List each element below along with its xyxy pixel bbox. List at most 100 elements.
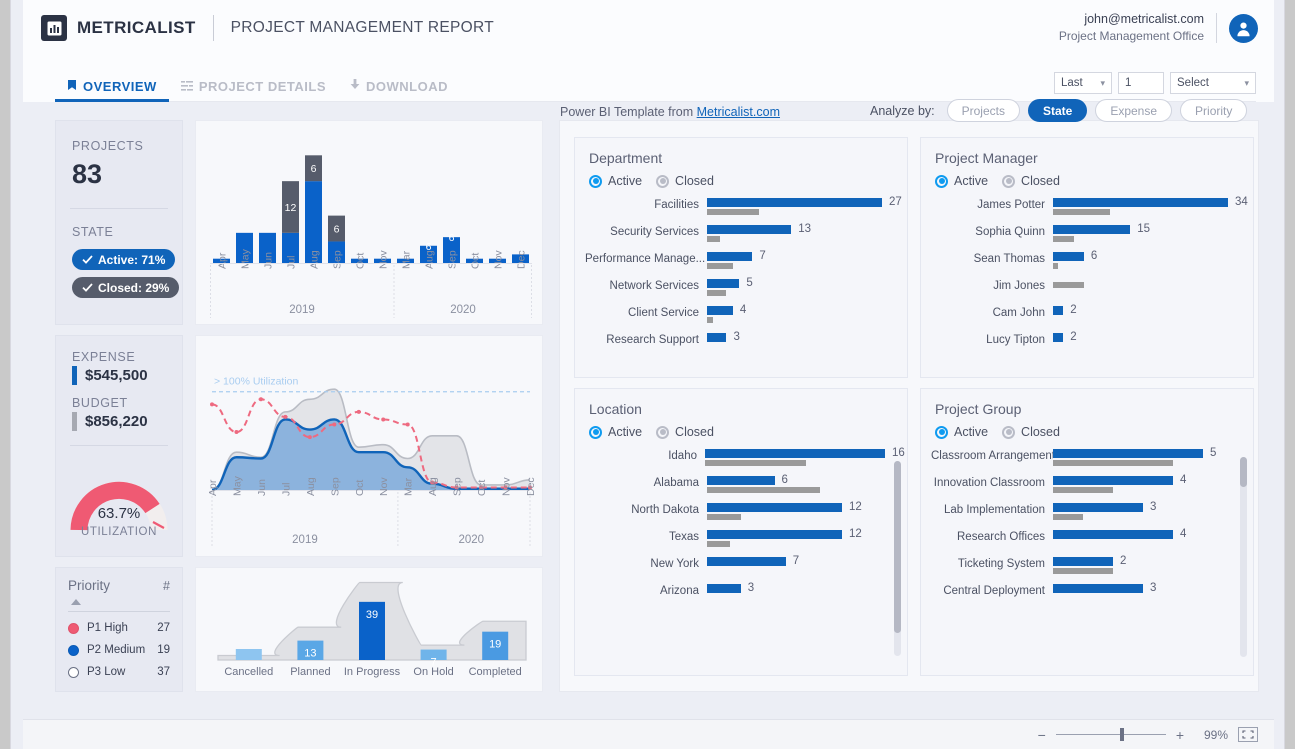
bar-closed[interactable] bbox=[1053, 487, 1113, 493]
user-block[interactable]: john@metricalist.com Project Management … bbox=[1059, 11, 1274, 44]
bar-active[interactable] bbox=[1053, 584, 1143, 593]
bar-active[interactable] bbox=[707, 279, 740, 288]
radio-closed[interactable]: Closed bbox=[656, 425, 714, 439]
bar-active[interactable] bbox=[1053, 333, 1064, 342]
chip-projects[interactable]: Projects bbox=[946, 99, 1020, 122]
bar-row[interactable]: Classroom Arrangement 5 bbox=[931, 447, 1231, 476]
state-filter-closed[interactable]: Closed: 29% bbox=[72, 277, 180, 298]
bar-active[interactable] bbox=[707, 198, 882, 207]
bar-active[interactable] bbox=[707, 584, 741, 593]
bar-row[interactable]: Central Deployment 3 bbox=[931, 582, 1231, 611]
bar-row[interactable]: Cam John 2 bbox=[931, 304, 1243, 333]
utilization-point[interactable] bbox=[356, 409, 361, 414]
radio-closed[interactable]: Closed bbox=[1002, 174, 1060, 188]
bar-active[interactable] bbox=[1053, 198, 1228, 207]
bar-active[interactable] bbox=[1053, 449, 1203, 458]
state-filter-active[interactable]: Active: 71% bbox=[72, 249, 176, 270]
bar-active[interactable] bbox=[707, 530, 842, 539]
bar-closed[interactable] bbox=[707, 541, 730, 547]
radio-active[interactable]: Active bbox=[935, 425, 988, 439]
bar-closed[interactable] bbox=[707, 236, 720, 242]
project-status-chart[interactable]: Cancelled 13 Planned 39 In Progress 7 On Hold 1… bbox=[195, 567, 543, 692]
bar-closed[interactable] bbox=[707, 263, 733, 269]
bar-closed[interactable] bbox=[1053, 263, 1059, 269]
bar-active[interactable] bbox=[707, 503, 842, 512]
bar-active[interactable] bbox=[1053, 557, 1113, 566]
bar-row[interactable]: Ticketing System 2 bbox=[931, 555, 1231, 584]
chip-expense[interactable]: Expense bbox=[1095, 99, 1173, 122]
bar-closed[interactable] bbox=[707, 514, 741, 520]
chip-state[interactable]: State bbox=[1027, 99, 1088, 122]
bar-active[interactable] bbox=[1053, 252, 1084, 261]
bar-active[interactable] bbox=[707, 476, 775, 485]
utilization-point[interactable] bbox=[283, 414, 288, 419]
bar-active[interactable] bbox=[1053, 476, 1173, 485]
bar-active[interactable] bbox=[707, 557, 786, 566]
bar-row[interactable]: North Dakota 12 bbox=[585, 501, 885, 530]
radio-closed[interactable]: Closed bbox=[1002, 425, 1060, 439]
bar-row[interactable]: Sophia Quinn 15 bbox=[931, 223, 1243, 252]
utilization-point[interactable] bbox=[234, 430, 239, 435]
plus-icon[interactable]: + bbox=[1176, 727, 1184, 743]
bar-active[interactable] bbox=[705, 449, 885, 458]
period-select[interactable]: Select ▾ bbox=[1170, 72, 1256, 94]
timeline-bar-chart[interactable]: Apr May Jun 12 Jul 6 Aug 6 Sep Oct Nov Mar 6 Aug 6 Sep O… bbox=[195, 120, 543, 325]
bar-row[interactable]: Research Offices 4 bbox=[931, 528, 1231, 557]
minus-icon[interactable]: − bbox=[1038, 727, 1046, 743]
utilization-point[interactable] bbox=[258, 397, 263, 402]
bar-active[interactable] bbox=[1053, 306, 1064, 315]
bar-closed[interactable] bbox=[1053, 568, 1113, 574]
priority-column-header[interactable]: Priority bbox=[68, 578, 163, 593]
bar-active[interactable] bbox=[1053, 225, 1131, 234]
bar-closed[interactable] bbox=[1053, 460, 1173, 466]
utilization-point[interactable] bbox=[381, 417, 386, 422]
fit-to-page-icon[interactable] bbox=[1238, 727, 1258, 742]
tab-project-details[interactable]: PROJECT DETAILS bbox=[169, 56, 338, 102]
count-column-header[interactable]: # bbox=[163, 579, 170, 593]
bar-row[interactable]: Network Services 5 bbox=[585, 277, 897, 306]
scrollbar-track[interactable] bbox=[894, 461, 901, 656]
bar-row[interactable]: Innovation Classroom 4 bbox=[931, 474, 1231, 503]
bar-row[interactable]: New York 7 bbox=[585, 555, 885, 584]
avatar[interactable] bbox=[1229, 13, 1258, 43]
bar-row[interactable]: Lucy Tipton 2 bbox=[931, 331, 1243, 360]
bar-row[interactable]: Performance Manage... 7 bbox=[585, 250, 897, 279]
utilization-point[interactable] bbox=[210, 402, 214, 407]
chip-priority[interactable]: Priority bbox=[1180, 99, 1248, 122]
bar-closed[interactable] bbox=[707, 487, 820, 493]
bar-active[interactable] bbox=[1053, 530, 1173, 539]
bar-row[interactable]: James Potter 34 bbox=[931, 196, 1248, 225]
radio-active[interactable]: Active bbox=[589, 174, 642, 188]
utilization-area-chart[interactable]: > 100% Utilization Apr May Jun Jul Aug Sep Oct N… bbox=[195, 335, 543, 557]
bar-active[interactable] bbox=[1053, 503, 1143, 512]
bar-active[interactable] bbox=[707, 333, 727, 342]
bar-row[interactable]: Client Service 4 bbox=[585, 304, 897, 333]
bar-row[interactable]: Texas 12 bbox=[585, 528, 885, 557]
bar-row[interactable]: Idaho 16 bbox=[585, 447, 905, 476]
bar-row[interactable]: Arizona 3 bbox=[585, 582, 885, 611]
bar-closed[interactable] bbox=[1053, 282, 1084, 288]
bar-closed[interactable] bbox=[707, 209, 759, 215]
zoom-slider[interactable] bbox=[1055, 728, 1166, 741]
zoom-slider-thumb[interactable] bbox=[1119, 728, 1124, 741]
bar-closed[interactable] bbox=[1053, 209, 1110, 215]
bar-closed[interactable] bbox=[1053, 514, 1083, 520]
tab-overview[interactable]: OVERVIEW bbox=[55, 56, 169, 102]
bar-row[interactable]: Security Services 13 bbox=[585, 223, 897, 252]
bar-row[interactable]: Lab Implementation 3 bbox=[931, 501, 1231, 530]
bar-closed[interactable] bbox=[707, 317, 714, 323]
bar-active[interactable] bbox=[707, 252, 753, 261]
utilization-point[interactable] bbox=[332, 422, 337, 427]
bar-row[interactable]: Facilities 27 bbox=[585, 196, 902, 225]
bar-closed[interactable] bbox=[705, 460, 807, 466]
utilization-point[interactable] bbox=[307, 435, 312, 440]
count-input[interactable]: 1 bbox=[1118, 72, 1164, 94]
bar-active[interactable] bbox=[707, 225, 792, 234]
status-bar[interactable] bbox=[235, 649, 262, 660]
scrollbar-track[interactable] bbox=[1240, 457, 1247, 657]
table-row[interactable]: P2 Medium 19 bbox=[56, 639, 182, 661]
radio-active[interactable]: Active bbox=[589, 425, 642, 439]
bar-row[interactable]: Sean Thomas 6 bbox=[931, 250, 1243, 279]
scrollbar-thumb[interactable] bbox=[1240, 457, 1247, 487]
radio-closed[interactable]: Closed bbox=[656, 174, 714, 188]
